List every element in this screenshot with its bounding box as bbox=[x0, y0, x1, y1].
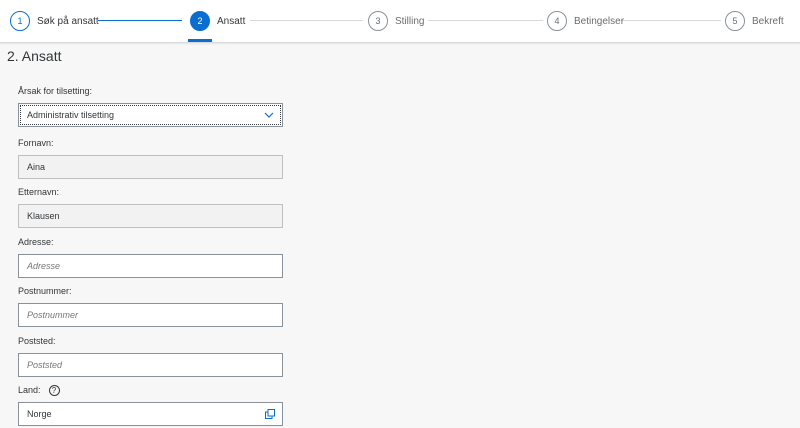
postal-code-label: Postnummer: bbox=[18, 286, 72, 296]
step-number-1: 1 bbox=[10, 11, 30, 31]
step-label-2: Ansatt bbox=[217, 15, 246, 27]
first-name-label: Fornavn: bbox=[18, 138, 54, 148]
postal-code-field: Postnummer: Postnummer bbox=[18, 285, 284, 327]
step-connector-2-3 bbox=[250, 20, 363, 21]
country-label-row: Land:? bbox=[18, 384, 284, 397]
step-number-5: 5 bbox=[725, 11, 745, 31]
last-name-field: Etternavn: Klausen bbox=[18, 186, 284, 228]
wizard-header: 1 Søk på ansatt 2 Ansatt 3 Stilling 4 Be… bbox=[0, 0, 800, 43]
wizard-step-4[interactable]: 4 Betingelser bbox=[547, 9, 624, 33]
help-icon[interactable]: ? bbox=[48, 385, 60, 397]
active-step-indicator bbox=[188, 39, 212, 42]
wizard-step-1[interactable]: 1 Søk på ansatt bbox=[10, 9, 99, 33]
wizard-step-3[interactable]: 3 Stilling bbox=[368, 9, 424, 33]
step-number-3: 3 bbox=[368, 11, 388, 31]
step-label-5: Bekreft bbox=[752, 15, 784, 27]
step-connector-1-2 bbox=[98, 20, 182, 21]
step-label-3: Stilling bbox=[395, 15, 425, 27]
wizard-step-5[interactable]: 5 Bekreft bbox=[725, 9, 784, 33]
country-value: Norge bbox=[27, 409, 52, 419]
last-name-label: Etternavn: bbox=[18, 187, 60, 197]
section-title: 2. Ansatt bbox=[7, 48, 62, 64]
country-field: Land:? Norge bbox=[18, 384, 284, 426]
first-name-input[interactable]: Aina bbox=[18, 155, 283, 179]
wizard-step-2[interactable]: 2 Ansatt bbox=[190, 9, 245, 33]
step-connector-4-5 bbox=[621, 20, 721, 21]
address-field: Adresse: Adresse bbox=[18, 236, 284, 278]
city-label: Poststed: bbox=[18, 336, 56, 346]
value-help-icon[interactable] bbox=[264, 408, 276, 420]
first-name-field: Fornavn: Aina bbox=[18, 137, 284, 179]
reason-field: Årsak for tilsetting: Administrativ tils… bbox=[18, 85, 284, 127]
chevron-down-icon bbox=[264, 112, 274, 118]
step-number-2: 2 bbox=[190, 11, 210, 31]
step-label-4: Betingelser bbox=[574, 15, 625, 27]
address-input[interactable]: Adresse bbox=[18, 254, 283, 278]
reason-value: Administrativ tilsetting bbox=[27, 110, 115, 120]
step-label-1: Søk på ansatt bbox=[37, 15, 99, 27]
country-input[interactable]: Norge bbox=[18, 402, 283, 426]
postal-code-input[interactable]: Postnummer bbox=[18, 303, 283, 327]
address-label: Adresse: bbox=[18, 237, 54, 247]
step-number-4: 4 bbox=[547, 11, 567, 31]
reason-select[interactable]: Administrativ tilsetting bbox=[18, 103, 283, 127]
city-input[interactable]: Poststed bbox=[18, 353, 283, 377]
city-field: Poststed: Poststed bbox=[18, 335, 284, 377]
last-name-input[interactable]: Klausen bbox=[18, 204, 283, 228]
reason-label: Årsak for tilsetting: bbox=[18, 86, 93, 96]
country-label: Land: bbox=[18, 385, 41, 395]
step-connector-3-4 bbox=[428, 20, 543, 21]
